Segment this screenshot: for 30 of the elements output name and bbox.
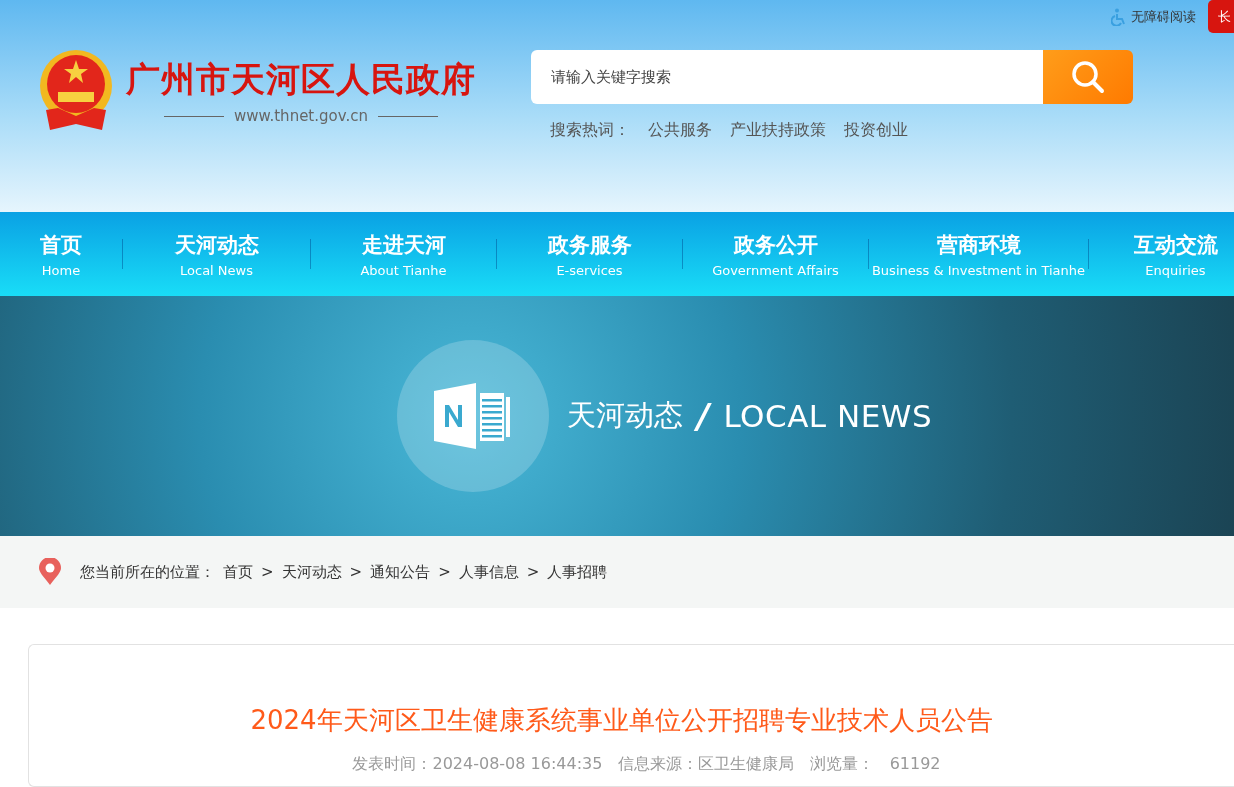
search-icon <box>1071 60 1105 94</box>
breadcrumb-link[interactable]: 首页 <box>223 562 253 582</box>
breadcrumb-separator: > <box>526 563 540 581</box>
hot-word-link[interactable]: 产业扶持政策 <box>730 120 826 141</box>
breadcrumb-separator: > <box>438 563 451 581</box>
hot-word-link[interactable]: 投资创业 <box>844 120 908 141</box>
banner-title: 天河动态 <box>567 397 683 434</box>
breadcrumb-link[interactable]: 人事信息 <box>458 562 519 582</box>
banner-subtitle: LOCAL NEWS <box>723 398 933 434</box>
elder-mode-tab[interactable]: 长 <box>1208 0 1234 33</box>
accessibility-link[interactable]: 无障碍阅读 <box>1111 7 1196 26</box>
site-url: www.thnet.gov.cn <box>234 107 368 125</box>
article-meta: 发表时间：2024-08-08 16:44:35 <box>352 754 603 775</box>
wheelchair-icon <box>1111 7 1127 26</box>
article-meta: 浏览量： 61192 <box>810 754 941 775</box>
article-title: 2024年天河区卫生健康系统事业单位公开招聘专业技术人员公告 <box>250 704 994 737</box>
hot-word-link[interactable]: 公共服务 <box>648 120 712 141</box>
hot-words-label: 搜索热词： <box>550 120 630 141</box>
breadcrumb-link[interactable]: 天河动态 <box>281 562 342 582</box>
site-title: 广州市天河区人民政府 <box>126 58 476 101</box>
breadcrumb-separator: > <box>349 563 363 581</box>
article-meta: 信息来源：区卫生健康局 <box>618 754 795 775</box>
breadcrumb-label: 您当前所在的位置： <box>80 562 215 582</box>
breadcrumb-link[interactable]: 通知公告 <box>370 562 431 582</box>
breadcrumb-link[interactable]: 人事招聘 <box>547 562 608 582</box>
search-field[interactable]: 请输入关键字搜索 <box>531 50 1043 104</box>
breadcrumb-separator: > <box>261 563 274 581</box>
location-pin-icon <box>38 558 62 586</box>
notebook-icon <box>434 383 512 449</box>
search-button[interactable] <box>1043 50 1133 104</box>
